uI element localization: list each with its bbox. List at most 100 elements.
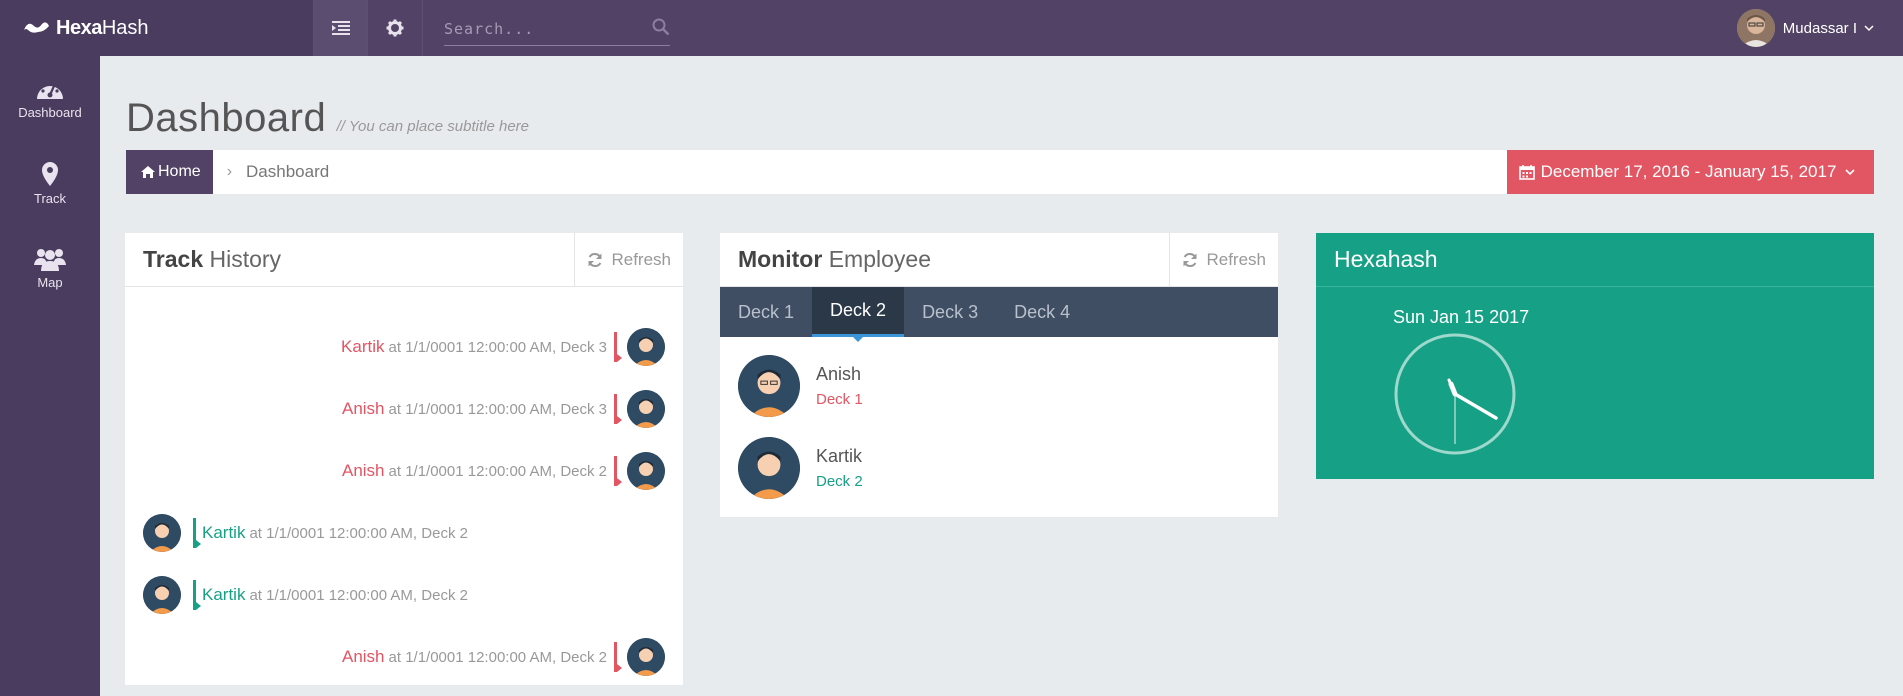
page-header: Dashboard // You can place subtitle here [126,96,529,141]
calendar-icon [1518,165,1535,180]
list-item: Anish at 1/1/0001 12:00:00 AM, Deck 3 [342,390,665,428]
breadcrumb: Home › Dashboard December 17, 2016 - Jan… [126,150,1874,194]
refresh-icon [588,252,602,268]
timeline-marker [193,518,201,548]
employee-name: Anish [816,364,862,384]
panel-title: Hexahash [1334,246,1438,272]
track-history-panel: Track History Refresh Kartik at 1/1/0001… [125,233,683,685]
chevron-down-icon [1845,169,1855,176]
chevron-right-icon: › [226,163,233,180]
panel-title-bold: Monitor [738,246,823,272]
sidebar-item-label: Track [33,191,67,206]
page-subtitle: // You can place subtitle here [336,118,529,135]
employee-deck: Deck 2 [816,473,863,490]
entry-text: at 1/1/0001 12:00:00 AM, Deck 3 [388,400,607,418]
timeline-marker [614,394,622,424]
entry-text: at 1/1/0001 12:00:00 AM, Deck 2 [388,648,607,666]
panel-title-bold: Track [143,246,204,272]
employee-name: Kartik [816,446,863,466]
map-marker-icon [42,162,58,186]
list-item: Anish at 1/1/0001 12:00:00 AM, Deck 2 [342,638,665,676]
sidebar-item-dashboard[interactable]: Dashboard [0,56,100,141]
entry-text: at 1/1/0001 12:00:00 AM, Deck 3 [388,338,607,356]
avatar [627,390,665,428]
employee-deck: Deck 1 [816,391,863,408]
entry-name[interactable]: Anish [342,399,385,419]
tab-deck-1[interactable]: Deck 1 [720,287,812,337]
brand-name-bold: Hexa [56,16,102,39]
timeline-marker [614,456,622,486]
panel-title-light: History [209,246,282,272]
entry-name[interactable]: Anish [342,647,385,667]
refresh-button[interactable]: Refresh [574,233,683,287]
sidebar-item-label: Dashboard [18,105,82,120]
tab-deck-3[interactable]: Deck 3 [904,287,996,337]
menu-toggle-button[interactable] [313,0,367,56]
gear-icon [386,19,404,37]
settings-button[interactable] [367,0,423,56]
wave-logo-icon [24,22,49,33]
panel-title-light: Employee [828,246,931,272]
entry-text: at 1/1/0001 12:00:00 AM, Deck 2 [249,524,468,542]
brand-name-light: Hash [101,16,149,39]
brand-logo[interactable]: Hexa Hash [0,0,313,56]
chevron-down-icon [1864,25,1874,32]
employee-item[interactable]: Anish Deck 1 [738,355,863,417]
entry-name[interactable]: Kartik [341,337,384,357]
tab-deck-2[interactable]: Deck 2 [812,287,905,342]
refresh-label: Refresh [1206,250,1266,269]
refresh-label: Refresh [611,250,671,269]
breadcrumb-home-link[interactable]: Home [126,150,213,194]
entry-text: at 1/1/0001 12:00:00 AM, Deck 2 [249,586,468,604]
sidebar-item-track[interactable]: Track [0,141,100,226]
sidebar: Dashboard Track Map [0,56,100,696]
entry-name[interactable]: Kartik [202,523,245,543]
monitor-employee-panel: Monitor Employee Refresh Deck 1 Deck 2 D… [720,233,1278,517]
home-icon [141,166,155,178]
panel-title: Monitor Employee [720,246,931,273]
user-menu[interactable]: Mudassar I [1736,0,1875,56]
avatar [143,576,181,614]
user-avatar [1736,9,1775,47]
panel-header: Track History Refresh [125,233,683,287]
panel-header: Hexahash [1316,233,1874,287]
entry-name[interactable]: Kartik [202,585,245,605]
sidebar-item-map[interactable]: Map [0,226,100,311]
analog-clock-icon [1394,333,1516,455]
refresh-button[interactable]: Refresh [1169,233,1278,287]
employee-item[interactable]: Kartik Deck 2 [738,437,863,499]
panel-title: Track History [125,246,281,273]
clock-date: Sun Jan 15 2017 [1393,307,1530,327]
breadcrumb-home-label: Home [158,163,201,180]
indent-menu-icon [331,21,350,35]
hexahash-clock-panel: Hexahash Sun Jan 15 2017 [1316,233,1874,479]
page-title: Dashboard [126,96,327,140]
deck-tabs: Deck 1 Deck 2 Deck 3 Deck 4 [720,287,1278,342]
avatar [627,328,665,366]
tab-deck-4[interactable]: Deck 4 [996,287,1088,337]
search-input[interactable] [444,19,644,38]
entry-name[interactable]: Anish [342,461,385,481]
search-box [444,12,670,46]
breadcrumb-current: Dashboard [246,162,330,181]
list-item: Kartik at 1/1/0001 12:00:00 AM, Deck 2 [143,576,468,614]
date-range-picker[interactable]: December 17, 2016 - January 15, 2017 [1507,150,1874,194]
avatar [627,638,665,676]
avatar [627,452,665,490]
dashboard-gauge-icon [37,80,63,99]
avatar [738,355,800,417]
list-item: Kartik at 1/1/0001 12:00:00 AM, Deck 3 [341,328,665,366]
panel-header: Monitor Employee Refresh [720,233,1278,287]
top-navbar: Hexa Hash Search... Mudassar I [0,0,1903,56]
avatar [143,514,181,552]
list-item: Kartik at 1/1/0001 12:00:00 AM, Deck 2 [143,514,468,552]
users-group-icon [34,249,66,271]
entry-text: at 1/1/0001 12:00:00 AM, Deck 2 [388,462,607,480]
date-range-label: December 17, 2016 - January 15, 2017 [1540,162,1837,181]
search-icon[interactable] [652,18,670,36]
list-item: Anish at 1/1/0001 12:00:00 AM, Deck 2 [342,452,665,490]
timeline-marker [614,332,622,362]
refresh-icon [1183,252,1197,268]
sidebar-item-label: Map [37,275,63,290]
user-name: Mudassar I [1782,19,1857,37]
